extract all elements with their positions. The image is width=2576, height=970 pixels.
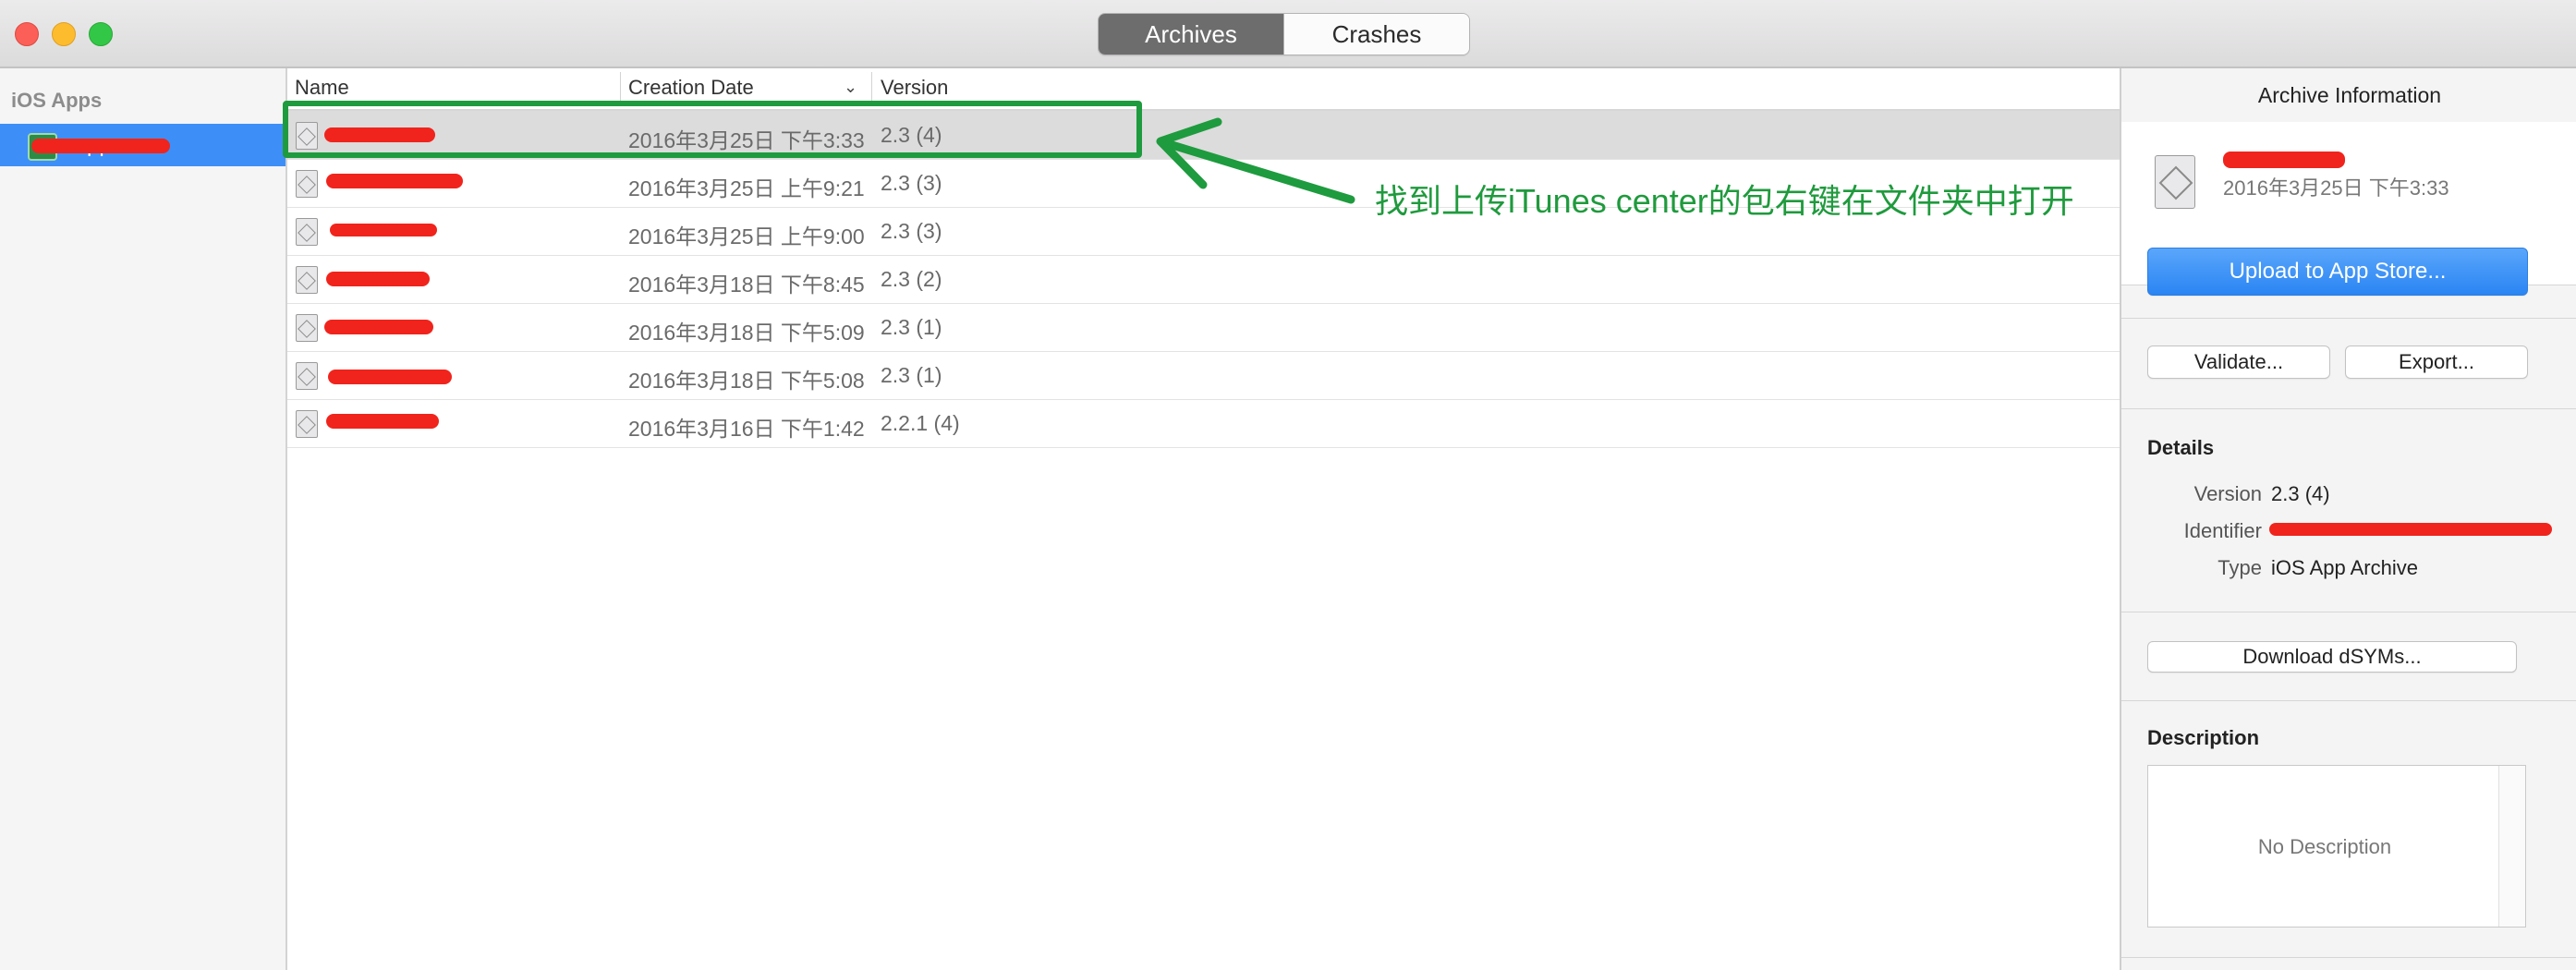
details-title: Details: [2147, 436, 2215, 459]
sidebar-item-app[interactable]: .app: [0, 124, 286, 166]
description-scrollbar[interactable]: [2498, 766, 2525, 927]
row-version: 2.3 (3): [881, 219, 942, 243]
row-creation-date: 2016年3月18日 下午5:08: [628, 369, 865, 393]
row-version: 2.2.1 (4): [881, 411, 960, 435]
chevron-down-icon: ⌄: [844, 78, 858, 96]
minimize-window-button[interactable]: [52, 22, 76, 46]
row-version: 2.3 (1): [881, 315, 942, 339]
type-value: iOS App Archive: [2271, 556, 2418, 579]
sidebar: iOS Apps .app: [0, 68, 287, 970]
sidebar-header: iOS Apps: [11, 89, 103, 112]
window-titlebar: Archives Crashes: [0, 0, 2576, 68]
identifier-label: Identifier: [2183, 519, 2262, 542]
redaction-mark: [330, 224, 437, 236]
redaction-mark: [326, 174, 463, 188]
download-dsyms-button[interactable]: Download dSYMs...: [2147, 641, 2517, 673]
tab-crashes[interactable]: Crashes: [1283, 14, 1469, 55]
redaction-mark: [324, 320, 433, 334]
redaction-mark: [31, 139, 170, 153]
row-version: 2.3 (2): [881, 267, 942, 291]
upload-to-app-store-button[interactable]: Upload to App Store...: [2147, 248, 2528, 296]
zoom-window-button[interactable]: [89, 22, 113, 46]
archive-icon: [296, 266, 318, 294]
redaction-mark: [2223, 152, 2345, 168]
highlight-box: [283, 101, 1142, 158]
row-creation-date: 2016年3月18日 下午5:09: [628, 321, 865, 345]
column-header-creation-date[interactable]: Creation Date: [628, 76, 754, 100]
archive-inspector: Archive Information 2016年3月25日 下午3:33 Up…: [2120, 68, 2576, 970]
version-label: Version: [2193, 482, 2262, 505]
archive-date: 2016年3月25日 下午3:33: [2223, 176, 2449, 200]
row-creation-date: 2016年3月18日 下午8:45: [628, 273, 865, 297]
divider: [2121, 318, 2576, 319]
column-header-name[interactable]: Name: [295, 76, 349, 100]
version-value: 2.3 (4): [2271, 482, 2330, 505]
tab-archives[interactable]: Archives: [1099, 14, 1283, 55]
table-row[interactable]: 2016年3月18日 下午8:45 2.3 (2): [287, 255, 2120, 304]
archive-icon: [296, 170, 318, 198]
column-header-version[interactable]: Version: [881, 76, 948, 100]
export-button[interactable]: Export...: [2345, 346, 2528, 379]
redaction-mark: [2269, 523, 2552, 536]
divider: [2121, 408, 2576, 409]
redaction-mark: [328, 370, 452, 384]
row-version: 2.3 (1): [881, 363, 942, 387]
redaction-mark: [326, 414, 439, 429]
view-segmented-control: Archives Crashes: [1098, 13, 1470, 55]
type-label: Type: [2218, 556, 2262, 579]
table-row[interactable]: 2016年3月18日 下午5:09 2.3 (1): [287, 303, 2120, 352]
inspector-title: Archive Information: [2121, 68, 2576, 123]
divider: [2121, 700, 2576, 701]
close-window-button[interactable]: [15, 22, 39, 46]
row-creation-date: 2016年3月25日 上午9:00: [628, 224, 865, 249]
row-creation-date: 2016年3月16日 下午1:42: [628, 417, 865, 441]
annotation-text: 找到上传iTunes center的包右键在文件夹中打开: [1375, 182, 2074, 220]
row-version: 2.3 (3): [881, 171, 942, 195]
table-row[interactable]: 2016年3月18日 下午5:08 2.3 (1): [287, 351, 2120, 400]
archive-icon: [2155, 155, 2195, 209]
description-title: Description: [2147, 726, 2260, 749]
row-creation-date: 2016年3月25日 上午9:21: [628, 176, 865, 200]
archive-icon: [296, 410, 318, 438]
archive-icon: [296, 362, 318, 390]
archive-icon: [296, 218, 318, 246]
divider: [2121, 957, 2576, 958]
description-placeholder: No Description: [2257, 835, 2392, 858]
redaction-mark: [326, 272, 430, 286]
validate-button[interactable]: Validate...: [2147, 346, 2330, 379]
archive-icon: [296, 314, 318, 342]
description-field[interactable]: No Description: [2147, 765, 2526, 928]
table-row[interactable]: 2016年3月16日 下午1:42 2.2.1 (4): [287, 399, 2120, 448]
